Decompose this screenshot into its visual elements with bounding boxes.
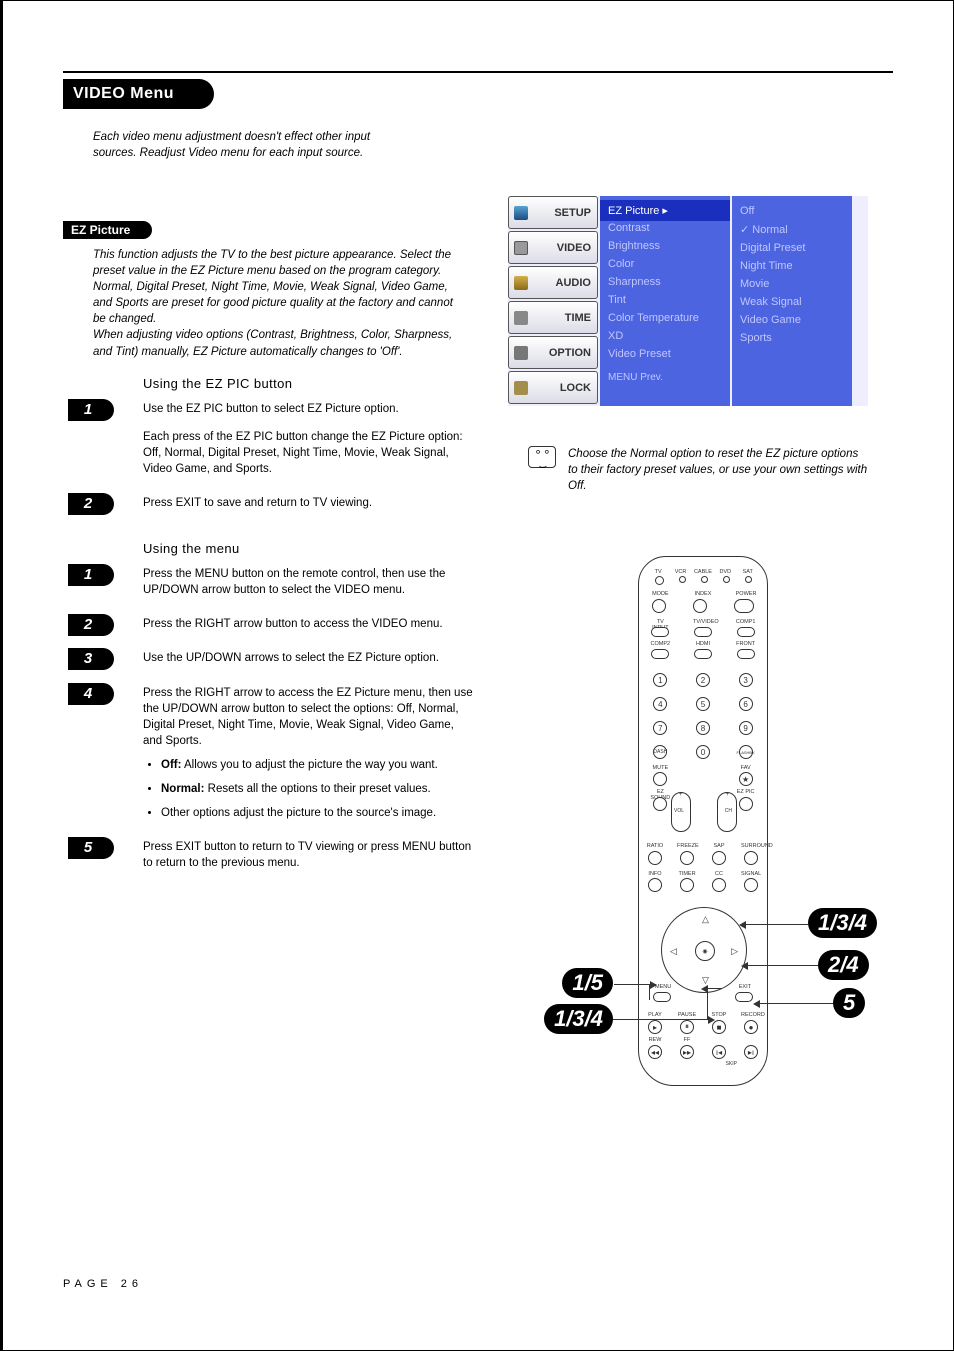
left-arrow: ◁	[670, 946, 677, 957]
osd-screenshot: SETUP VIDEO AUDIO TIME OPTION LOCK EZ Pi…	[508, 196, 868, 406]
play-button: ▸	[648, 1020, 662, 1034]
callout-up: 1/3/4	[808, 908, 877, 938]
step-number: 2	[68, 493, 114, 515]
callout-right: 2/4	[818, 950, 869, 980]
index-button	[693, 599, 707, 613]
enter-button: ◉	[695, 941, 715, 961]
ff-button: ▸▸	[680, 1045, 694, 1059]
record-button: ●	[744, 1020, 758, 1034]
callout-down: 1/3/4	[544, 1004, 613, 1034]
exit-button	[735, 992, 753, 1002]
osd-video-options: EZ Picture Contrast Brightness Color Sha…	[600, 196, 730, 406]
callout-menu: 1/5	[562, 968, 613, 998]
using-button-heading: Using the EZ PIC button	[143, 376, 463, 391]
intro-text: Each video menu adjustment doesn't effec…	[93, 129, 413, 161]
rew-button: ◂◂	[648, 1045, 662, 1059]
step-number: 1	[68, 399, 114, 421]
osd-ezpicture-options: Off Normal Digital Preset Night Time Mov…	[732, 196, 852, 406]
menu-label: MENU	[655, 984, 671, 990]
mute-button	[653, 772, 667, 786]
menu-button	[653, 992, 671, 1002]
tip-note: ° °⌣ Choose the Normal option to reset t…	[568, 446, 868, 494]
pause-button: ⏸	[680, 1020, 694, 1034]
tip-icon: ° °⌣	[528, 446, 556, 468]
remote-body: TV VCR CABLE DVD SAT MODE INDEX POWER	[638, 556, 768, 1086]
osd-tab-lock: LOCK	[508, 371, 598, 404]
fav-button: ★	[739, 772, 753, 786]
right-arrow: ▷	[731, 946, 738, 957]
dpad: ◉ △ ▽ ◁ ▷	[661, 907, 747, 993]
power-button	[734, 599, 754, 613]
menu-step-5: 5 Press EXIT button to return to TV view…	[143, 839, 473, 871]
osd-tab-video: VIDEO	[508, 231, 598, 264]
ez-picture-desc: This function adjusts the TV to the best…	[93, 247, 453, 360]
up-arrow: △	[702, 914, 709, 925]
menu-step-4: 4 Press the RIGHT arrow to access the EZ…	[143, 685, 473, 822]
page: VIDEO Menu Each video menu adjustment do…	[0, 0, 954, 1351]
using-menu-heading: Using the menu	[143, 541, 463, 556]
page-number: PAGE 26	[63, 1278, 143, 1290]
osd-tab-time: TIME	[508, 301, 598, 334]
exit-label: EXIT	[739, 984, 751, 990]
callout-exit: 5	[833, 988, 865, 1018]
remote-diagram: TV VCR CABLE DVD SAT MODE INDEX POWER	[638, 556, 788, 1096]
skip-back-button: ı◂	[712, 1045, 726, 1059]
button-step-1: 1 Use the EZ PIC button to select EZ Pic…	[143, 401, 473, 477]
osd-tab-setup: SETUP	[508, 196, 598, 229]
menu-step-3: 3 Use the UP/DOWN arrows to select the E…	[143, 650, 473, 666]
ez-pic-button	[739, 797, 753, 811]
ez-sound-button	[653, 797, 667, 811]
menu-step-1: 1 Press the MENU button on the remote co…	[143, 566, 473, 598]
osd-tab-audio: AUDIO	[508, 266, 598, 299]
button-step-2: 2 Press EXIT to save and return to TV vi…	[143, 495, 473, 511]
skip-fwd-button: ▸ı	[744, 1045, 758, 1059]
section-title: VIDEO Menu	[63, 79, 214, 109]
osd-tab-option: OPTION	[508, 336, 598, 369]
menu-step-2: 2 Press the RIGHT arrow button to access…	[143, 616, 473, 632]
ez-picture-heading: EZ Picture	[63, 221, 152, 239]
left-column: EZ Picture This function adjusts the TV …	[63, 221, 463, 889]
mode-button	[652, 599, 666, 613]
